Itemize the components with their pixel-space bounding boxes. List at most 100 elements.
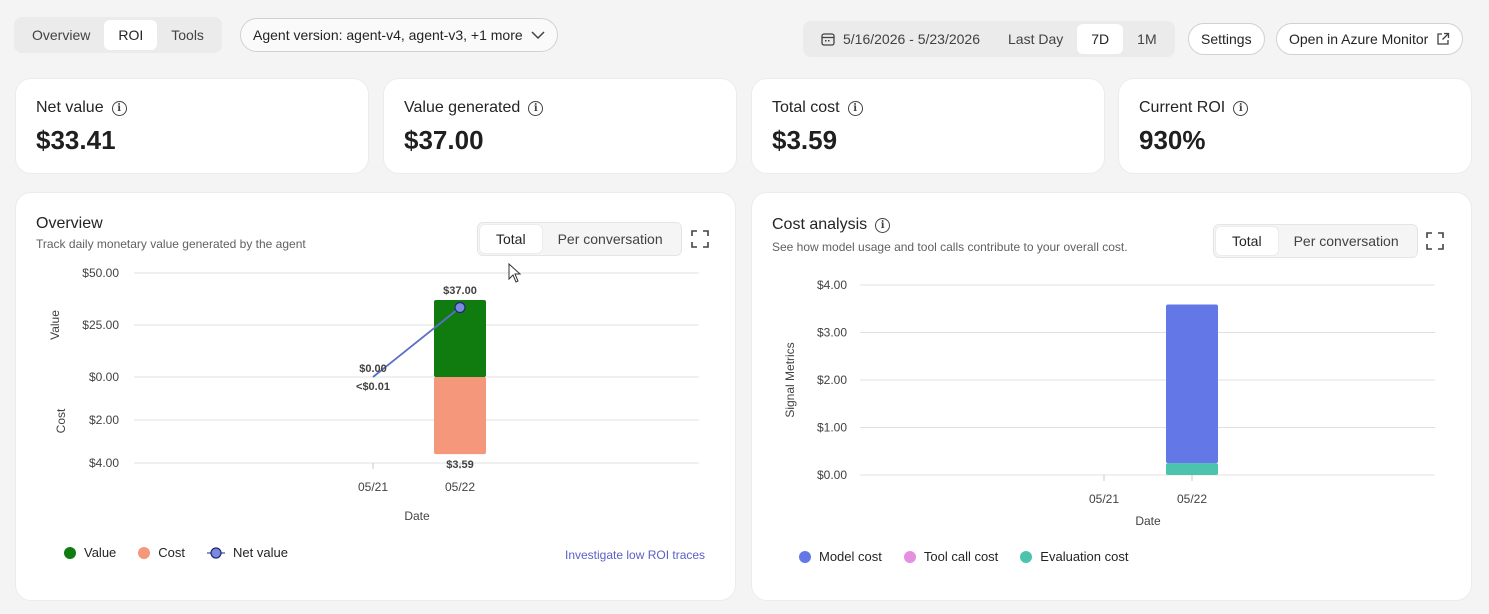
overview-panel: Overview Track daily monetary value gene… xyxy=(15,192,736,601)
y-tick-label: $50.00 xyxy=(82,266,119,280)
kpi-total-cost: Total cost i $3.59 xyxy=(751,78,1105,174)
kpi-current-roi: Current ROI i 930% xyxy=(1118,78,1472,174)
legend-tool-call-cost[interactable]: Tool call cost xyxy=(903,549,999,564)
kpi-value: $33.41 xyxy=(36,125,116,155)
overview-title: Overview xyxy=(36,215,103,232)
y-tick-label: $0.00 xyxy=(89,370,119,384)
kpi-value-generated: Value generated i $37.00 xyxy=(383,78,737,174)
external-link-icon xyxy=(1437,32,1450,45)
overview-chart: $50.00 $25.00 $0.00 $2.00 $4.00 Value Cost 05/2… xyxy=(48,266,699,523)
kpi-label: Total cost xyxy=(772,99,840,116)
legend-label: Net value xyxy=(233,545,288,560)
tab-roi[interactable]: ROI xyxy=(104,20,158,50)
legend-value[interactable]: Value xyxy=(64,545,116,560)
toggle-per-conversation[interactable]: Per conversation xyxy=(1278,227,1415,255)
evaluation-cost-swatch xyxy=(1020,550,1033,563)
x-tick-label: 05/22 xyxy=(445,480,475,494)
y-axis-label: Signal Metrics xyxy=(783,342,797,417)
date-range-picker[interactable]: 5/16/2026 - 5/23/2026 xyxy=(807,24,994,54)
x-tick-label: 05/21 xyxy=(1089,492,1119,506)
data-label: $0.00 xyxy=(359,363,387,375)
kpi-value: $37.00 xyxy=(404,125,484,155)
net-value-swatch xyxy=(207,546,226,559)
toggle-per-conversation[interactable]: Per conversation xyxy=(542,225,679,253)
legend-model-cost[interactable]: Model cost xyxy=(799,549,882,564)
tab-overview[interactable]: Overview xyxy=(18,20,104,50)
data-label: $37.00 xyxy=(443,285,477,297)
overview-toggle: Total Per conversation xyxy=(477,222,682,256)
info-icon[interactable]: i xyxy=(1233,100,1249,116)
x-tick-label: 05/21 xyxy=(358,480,388,494)
overview-legend: Value Cost Net value xyxy=(64,545,288,560)
overview-subtitle: Track daily monetary value generated by … xyxy=(36,237,306,251)
toggle-total[interactable]: Total xyxy=(1216,227,1278,255)
cost-analysis-title-row: Cost analysis i xyxy=(772,216,891,234)
legend-evaluation-cost[interactable]: Evaluation cost xyxy=(1020,549,1128,564)
cost-analysis-panel: Cost analysis i See how model usage and … xyxy=(751,192,1472,601)
open-azure-monitor-button[interactable]: Open in Azure Monitor xyxy=(1276,23,1464,55)
y-tick-label: $1.00 xyxy=(817,421,847,435)
legend-net-value[interactable]: Net value xyxy=(207,545,288,560)
evaluation-cost-bar xyxy=(1166,463,1218,475)
value-swatch xyxy=(64,546,76,559)
y-tick-label: $3.00 xyxy=(817,326,847,340)
agent-version-label: Agent version: agent-v4, agent-v3, +1 mo… xyxy=(253,27,523,43)
cost-bar xyxy=(434,377,486,455)
y-tick-label: $2.00 xyxy=(817,373,847,387)
tool-call-cost-swatch xyxy=(903,550,916,563)
info-icon[interactable]: i xyxy=(875,217,891,233)
calendar-icon xyxy=(821,33,835,46)
info-icon[interactable]: i xyxy=(111,100,127,116)
cost-toggle: Total Per conversation xyxy=(1213,224,1418,258)
y-tick-label: $4.00 xyxy=(89,456,119,470)
kpi-label: Value generated xyxy=(404,99,521,116)
y-tick-label: $2.00 xyxy=(89,413,119,427)
azure-label: Open in Azure Monitor xyxy=(1289,31,1429,47)
kpi-label: Net value xyxy=(36,99,104,116)
settings-label: Settings xyxy=(1201,31,1252,47)
y-axis-label: Cost xyxy=(54,408,68,433)
cost-legend: Model cost Tool call cost Evaluation cos… xyxy=(799,549,1128,564)
expand-icon[interactable] xyxy=(691,230,709,248)
model-cost-bar xyxy=(1166,304,1218,464)
cost-analysis-subtitle: See how model usage and tool calls contr… xyxy=(772,240,1128,254)
x-axis-label: Date xyxy=(1135,514,1161,528)
legend-cost[interactable]: Cost xyxy=(138,545,185,560)
legend-label: Tool call cost xyxy=(923,549,999,564)
settings-button[interactable]: Settings xyxy=(1188,23,1265,55)
model-cost-swatch xyxy=(799,550,811,563)
mouse-cursor-icon xyxy=(508,263,522,283)
main-tabs: Overview ROI Tools xyxy=(14,17,222,53)
data-label: $3.59 xyxy=(446,459,474,471)
x-axis-label: Date xyxy=(404,509,430,523)
legend-label: Evaluation cost xyxy=(1040,549,1129,564)
range-7d[interactable]: 7D xyxy=(1077,24,1124,54)
info-icon[interactable]: i xyxy=(528,100,544,116)
legend-label: Cost xyxy=(158,545,186,560)
chevron-down-icon xyxy=(531,31,545,40)
cost-swatch xyxy=(138,546,151,559)
info-icon[interactable]: i xyxy=(847,100,863,116)
legend-label: Value xyxy=(84,545,117,560)
toggle-total[interactable]: Total xyxy=(480,225,542,253)
x-tick-label: 05/22 xyxy=(1177,492,1207,506)
y-tick-label: $0.00 xyxy=(817,468,847,482)
tab-tools[interactable]: Tools xyxy=(157,20,218,50)
kpi-net-value: Net value i $33.41 xyxy=(15,78,369,174)
y-axis-label: Value xyxy=(48,310,62,340)
cost-chart: $4.00 $3.00 $2.00 $1.00 $0.00 Signal Metrics 0… xyxy=(783,278,1435,528)
kpi-value: $3.59 xyxy=(772,125,838,155)
legend-label: Model cost xyxy=(819,549,882,564)
cost-analysis-title: Cost analysis xyxy=(772,216,868,233)
y-tick-label: $4.00 xyxy=(817,278,847,292)
net-value-point xyxy=(454,301,466,314)
agent-version-dropdown[interactable]: Agent version: agent-v4, agent-v3, +1 mo… xyxy=(240,18,558,52)
range-1m[interactable]: 1M xyxy=(1123,24,1170,54)
kpi-label: Current ROI xyxy=(1139,99,1226,116)
y-tick-label: $25.00 xyxy=(82,318,119,332)
data-label: <$0.01 xyxy=(356,381,390,393)
kpi-value: 930% xyxy=(1139,125,1206,155)
range-last-day[interactable]: Last Day xyxy=(994,24,1077,54)
investigate-low-roi-link[interactable]: Investigate low ROI traces xyxy=(565,548,705,562)
expand-icon[interactable] xyxy=(1426,232,1444,250)
